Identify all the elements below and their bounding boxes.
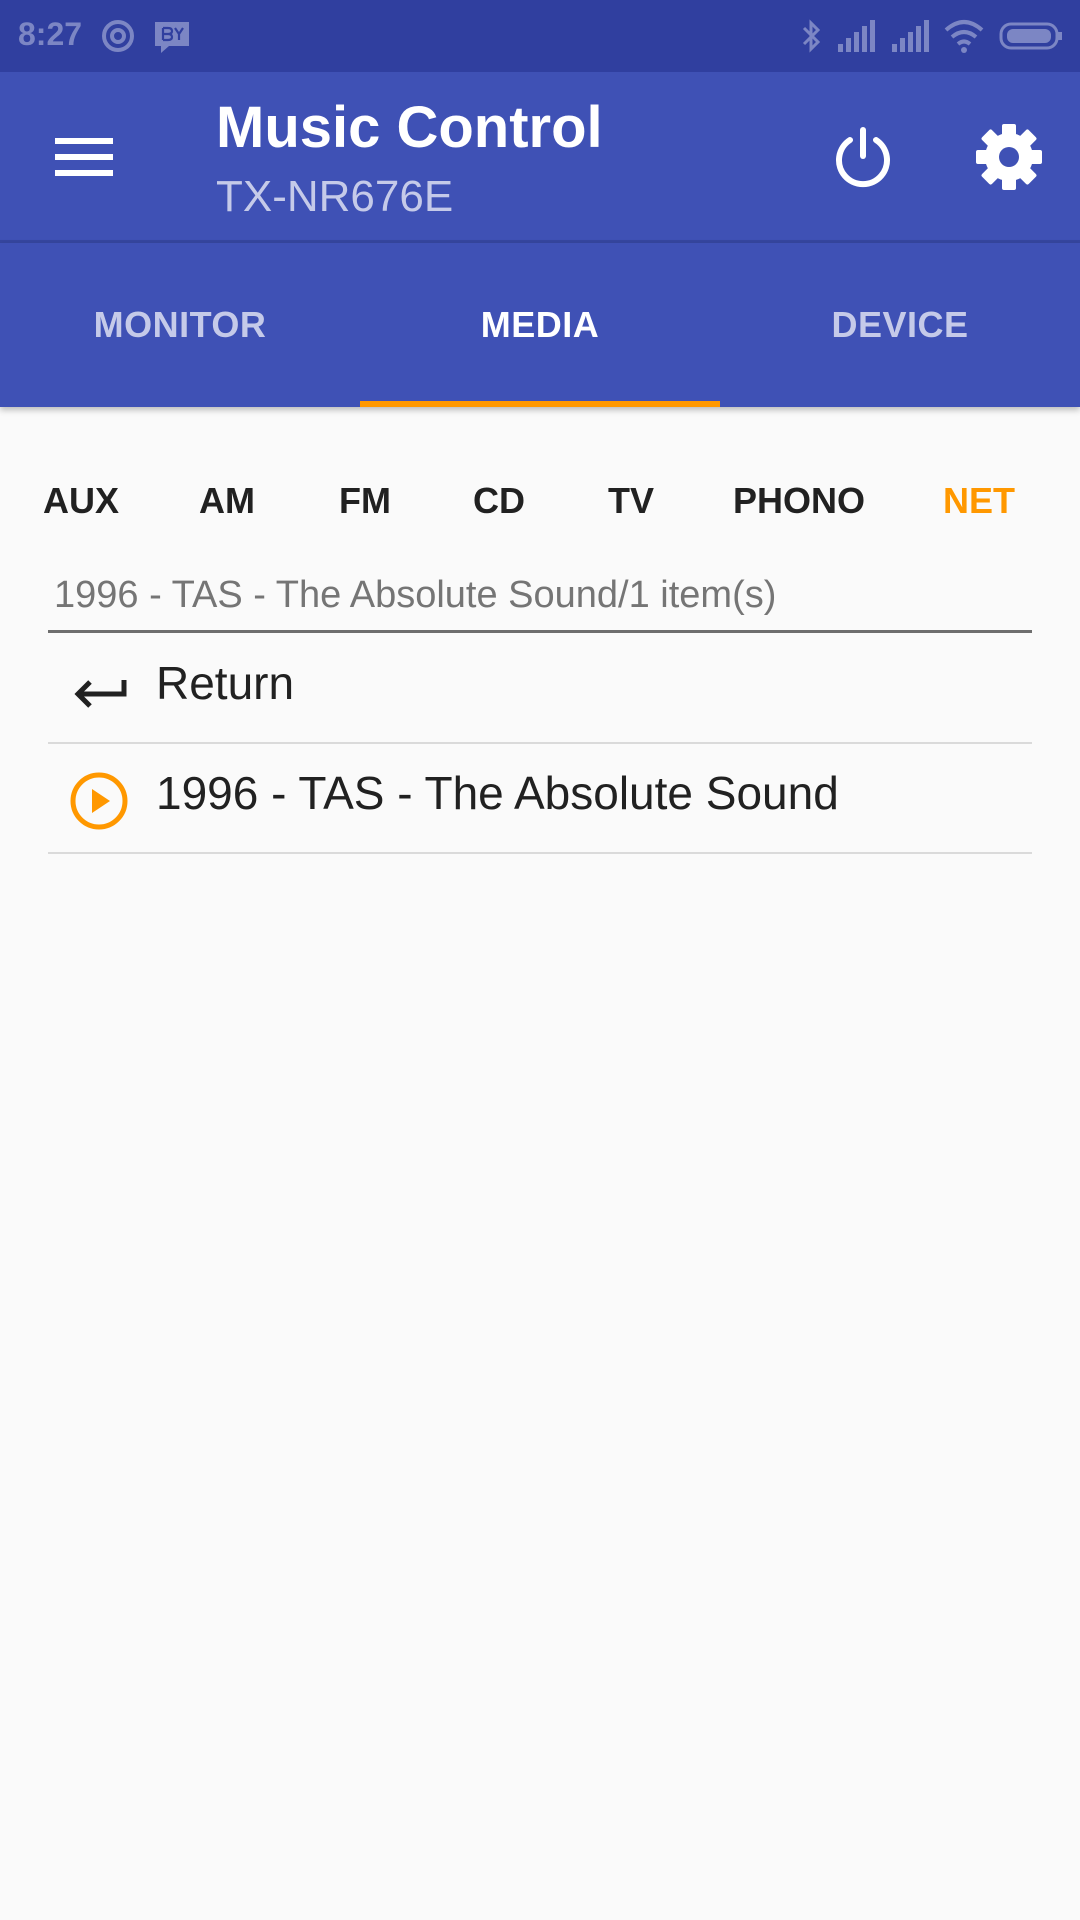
by-badge-icon <box>155 22 189 53</box>
app-title: Music Control <box>216 95 603 160</box>
wifi-icon <box>944 20 984 53</box>
status-bar: 8:27 <box>0 0 1080 72</box>
input-phono[interactable]: PHONO <box>733 480 865 522</box>
signal-icon <box>892 20 929 52</box>
play-circle-icon <box>70 772 128 830</box>
tab-device[interactable]: DEVICE <box>720 243 1080 407</box>
return-arrow-icon <box>74 680 127 708</box>
input-selector: AUX AM FM CD TV PHONO NET <box>0 480 1080 540</box>
device-name: TX-NR676E <box>216 172 454 221</box>
path-text: 1996 - TAS - The Absolute Sound/1 item(s… <box>54 574 777 616</box>
at-sign-icon <box>102 20 134 52</box>
list-item-track[interactable]: 1996 - TAS - The Absolute Sound <box>48 744 1032 854</box>
input-aux[interactable]: AUX <box>43 480 119 522</box>
tab-bar: MONITOR MEDIA DEVICE <box>0 243 1080 407</box>
list-item-label: Return <box>156 657 295 709</box>
input-tv[interactable]: TV <box>608 480 654 522</box>
input-fm[interactable]: FM <box>339 480 391 522</box>
tab-monitor[interactable]: MONITOR <box>0 243 360 407</box>
app-bar: Music Control TX-NR676E <box>0 72 1080 240</box>
list-item-label: 1996 - TAS - The Absolute Sound <box>156 767 839 819</box>
status-time: 8:27 <box>18 16 83 52</box>
menu-icon[interactable] <box>55 134 113 180</box>
input-net[interactable]: NET <box>943 480 1015 522</box>
bluetooth-icon <box>802 19 821 53</box>
tab-media[interactable]: MEDIA <box>360 243 720 407</box>
path-field: 1996 - TAS - The Absolute Sound/1 item(s… <box>48 572 1032 633</box>
power-icon[interactable] <box>830 124 896 190</box>
tab-indicator <box>360 401 720 407</box>
signal-icon <box>838 20 875 52</box>
gear-icon[interactable] <box>974 122 1044 192</box>
battery-icon <box>999 22 1062 50</box>
list-item-return[interactable]: Return <box>48 634 1032 744</box>
input-cd[interactable]: CD <box>473 480 525 522</box>
input-am[interactable]: AM <box>199 480 255 522</box>
